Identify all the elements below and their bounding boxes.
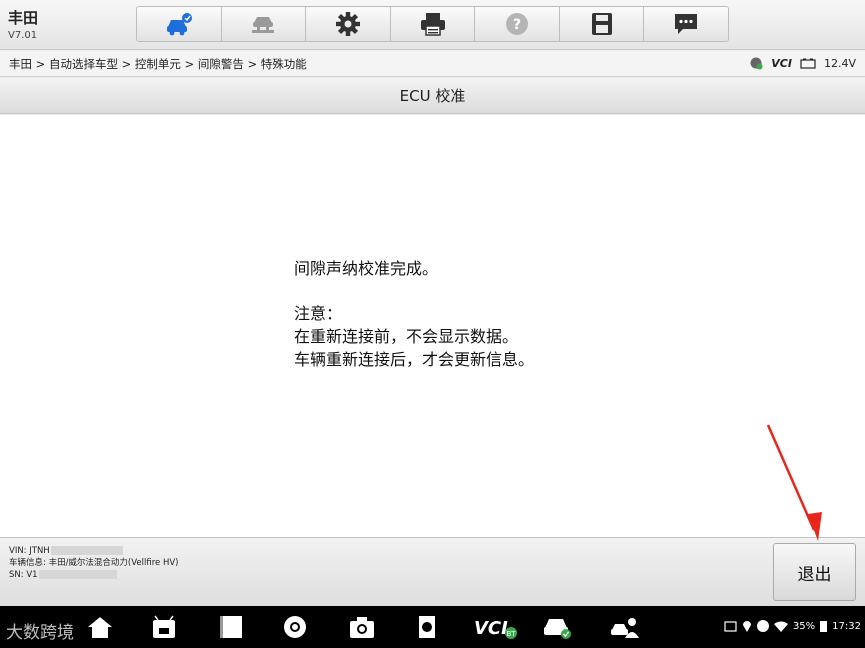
brand-name: 丰田 [8,9,39,27]
gear-icon [335,12,360,36]
vehicle-info: VIN: JTNH 车辆信息: 丰田/威尔法混合动力(Vellfire HV) … [9,545,178,581]
svg-text:VCI: VCI [474,618,508,639]
sn-label: SN: V1 [9,570,38,580]
battery-percent: 35% [792,620,816,632]
app-version: V7.01 [8,30,38,41]
brightness-icon [414,616,440,638]
svg-text:BT: BT [506,630,516,638]
battery-icon [800,58,816,69]
message-button[interactable] [644,7,728,41]
home-icon [88,617,112,638]
save-icon [591,13,612,35]
vehicle-info-bar: VIN: JTNH 车辆信息: 丰田/威尔法混合动力(Vellfire HV) … [0,537,865,606]
nav-brightness-button[interactable] [411,613,443,641]
message-panel: 间隙声纳校准完成。 注意： 在重新连接前，不会显示数据。 车辆重新连接后，才会更… [0,115,865,537]
recent-apps-icon [220,616,242,638]
car-lift-icon [252,17,275,33]
message-line-1: 间隙声纳校准完成。 [294,259,439,278]
svg-text:?: ? [513,17,521,33]
nav-browser-button[interactable] [279,613,311,641]
vehicle-description: 车辆信息: 丰田/威尔法混合动力(Vellfire HV) [9,558,179,568]
system-status: 35% 17:32 [724,620,861,632]
main-toolbar: ? [136,6,729,42]
bluetooth-icon [756,620,769,632]
chrome-icon [284,616,306,638]
nav-recents-button[interactable] [215,613,247,641]
message-line-4: 车辆重新连接后，才会更新信息。 [294,350,535,369]
vin-label: VIN: JTNH [9,546,50,556]
network-icon [750,57,763,70]
home-button[interactable] [137,7,222,41]
sn-redacted [38,570,117,579]
watermark-text: 大数跨境 [6,623,74,643]
breadcrumb: 丰田 > 自动选择车型 > 控制单元 > 间隙警告 > 特殊功能 [9,57,307,71]
message-line-3: 在重新连接前，不会显示数据。 [294,327,519,346]
vci-indicator: VCI [771,56,792,70]
vci-bt-icon: VCIBT [474,618,517,639]
status-area: VCI 12.4V [749,56,856,70]
nav-launcher-button[interactable] [148,613,180,641]
remote-expert-icon [611,618,639,638]
vehicle-lift-button[interactable] [221,7,307,41]
calibration-message: 间隙声纳校准完成。 注意： 在重新连接前，不会显示数据。 车辆重新连接后，才会更… [294,257,534,371]
nav-remote-button[interactable] [609,613,641,641]
nav-vehicle-button[interactable] [541,613,573,641]
vin-redacted [50,546,123,555]
message-icon [675,14,698,34]
wifi-icon [773,621,788,632]
settings-button[interactable] [306,7,391,41]
nav-camera-button[interactable] [346,613,378,641]
message-line-2: 注意： [294,304,343,323]
brand: 丰田 V7.01 [8,7,38,41]
car-home-icon [166,13,192,36]
android-icon [153,615,175,638]
printer-icon [420,13,445,36]
android-nav-bar: 大数跨境 VCI BT 35% 17:32 [0,606,865,648]
help-button[interactable]: ? [475,7,560,41]
camera-icon [350,617,374,638]
save-button[interactable] [559,7,645,41]
print-button[interactable] [390,7,476,41]
voltage-value: 12.4V [823,56,856,70]
exit-button[interactable]: 退出 [773,543,856,601]
battery-level-icon [820,621,828,632]
nav-vci-button[interactable]: VCI BT [474,613,518,641]
location-icon [742,621,751,632]
top-bar: 丰田 V7.01 ? [0,0,865,50]
nav-home-button[interactable] [84,613,116,641]
page-title: ECU 校准 [0,78,865,114]
car-check-icon [544,619,571,639]
clock: 17:32 [832,620,861,632]
breadcrumb-bar: 丰田 > 自动选择车型 > 控制单元 > 间隙警告 > 特殊功能 VCI 12.… [0,51,865,77]
help-icon: ? [506,13,529,35]
cast-icon [724,620,737,632]
